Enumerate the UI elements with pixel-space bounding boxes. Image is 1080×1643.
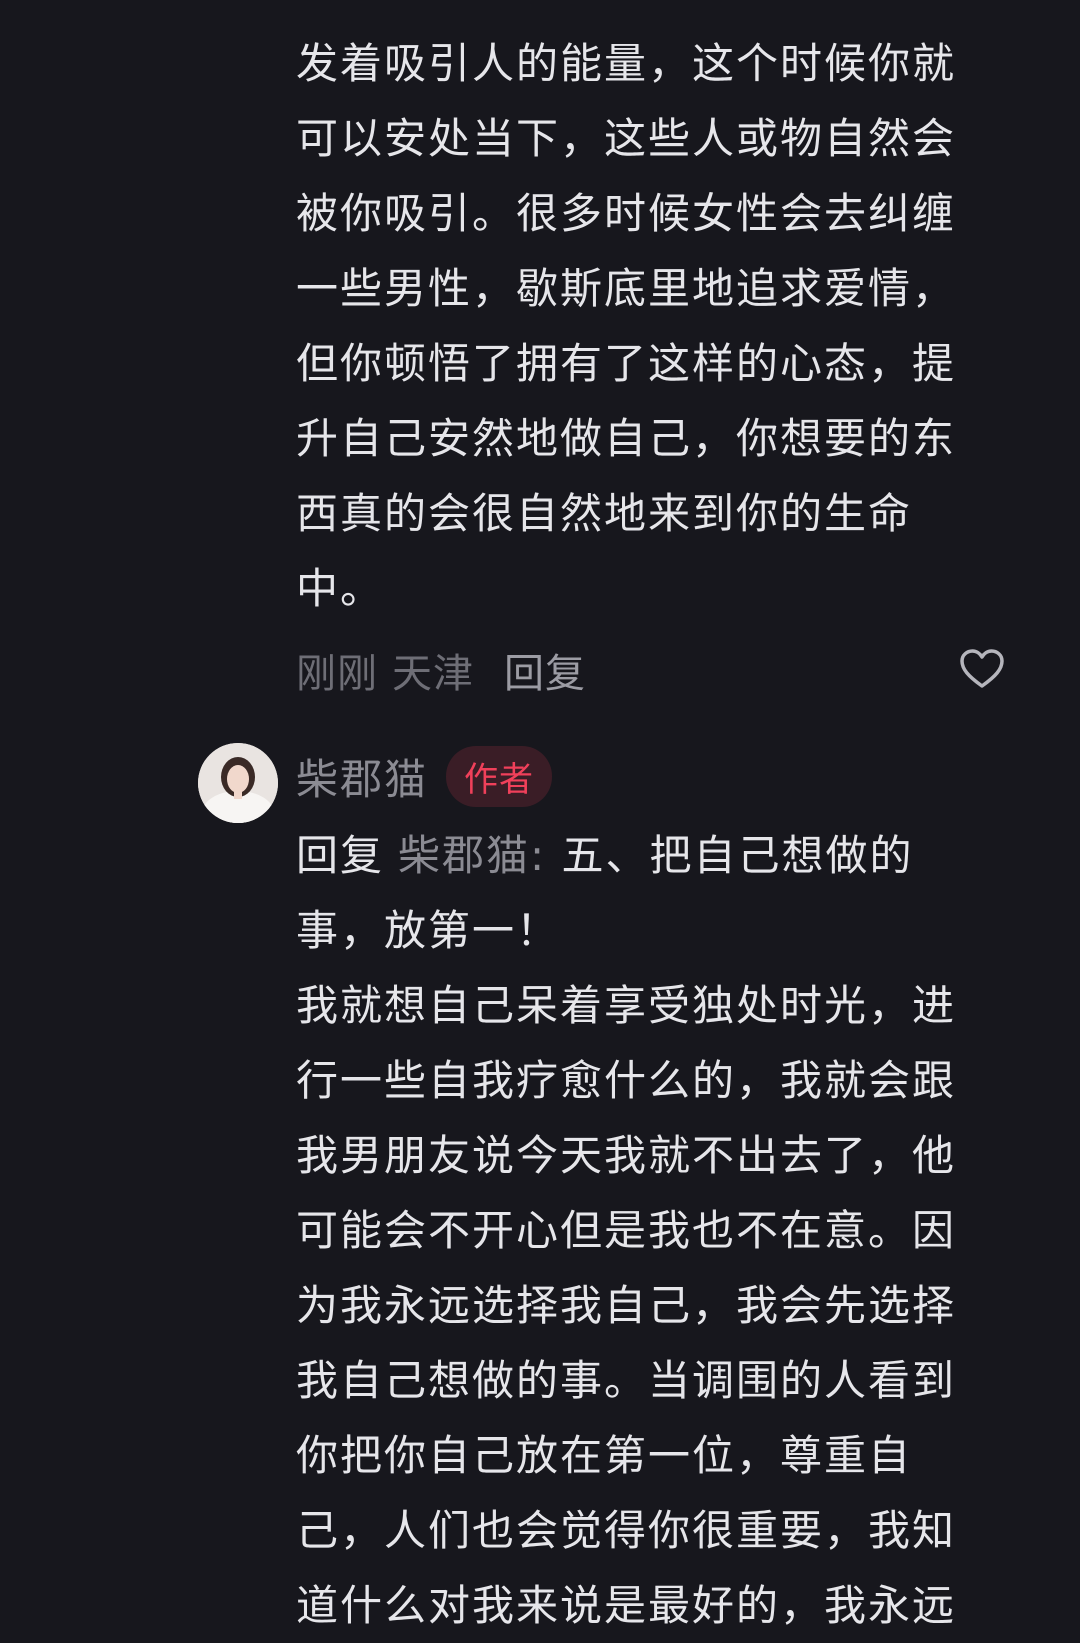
comment-location: 天津 <box>392 651 474 697</box>
reply-target[interactable]: 柴郡猫: <box>398 831 546 880</box>
reply-comment-header: 柴郡猫 作者 <box>296 744 553 808</box>
previous-comment-meta: 刚刚 天津 回复 <box>296 640 1006 700</box>
reply-comment-text: 回复 柴郡猫: 五、把自己想做的 事，放第一！ 我就想自己呆着享受独处时光，进 行… <box>296 831 957 1630</box>
author-badge: 作者 <box>446 745 553 807</box>
comment-time: 刚刚 <box>296 651 378 697</box>
reply-prefix: 回复 <box>296 831 385 880</box>
reply-button[interactable]: 回复 <box>504 641 586 699</box>
previous-comment: 发着吸引人的能量，这个时候你就 可以安处当下，这些人或物自然会 被你吸引。很多时… <box>296 26 1026 626</box>
heart-outline-icon[interactable] <box>958 646 1006 694</box>
avatar[interactable] <box>198 743 278 823</box>
previous-comment-text: 发着吸引人的能量，这个时候你就 可以安处当下，这些人或物自然会 被你吸引。很多时… <box>296 39 957 613</box>
reply-comment: 回复 柴郡猫: 五、把自己想做的 事，放第一！ 我就想自己呆着享受独处时光，进 行… <box>296 818 1026 1643</box>
username[interactable]: 柴郡猫 <box>296 746 428 807</box>
